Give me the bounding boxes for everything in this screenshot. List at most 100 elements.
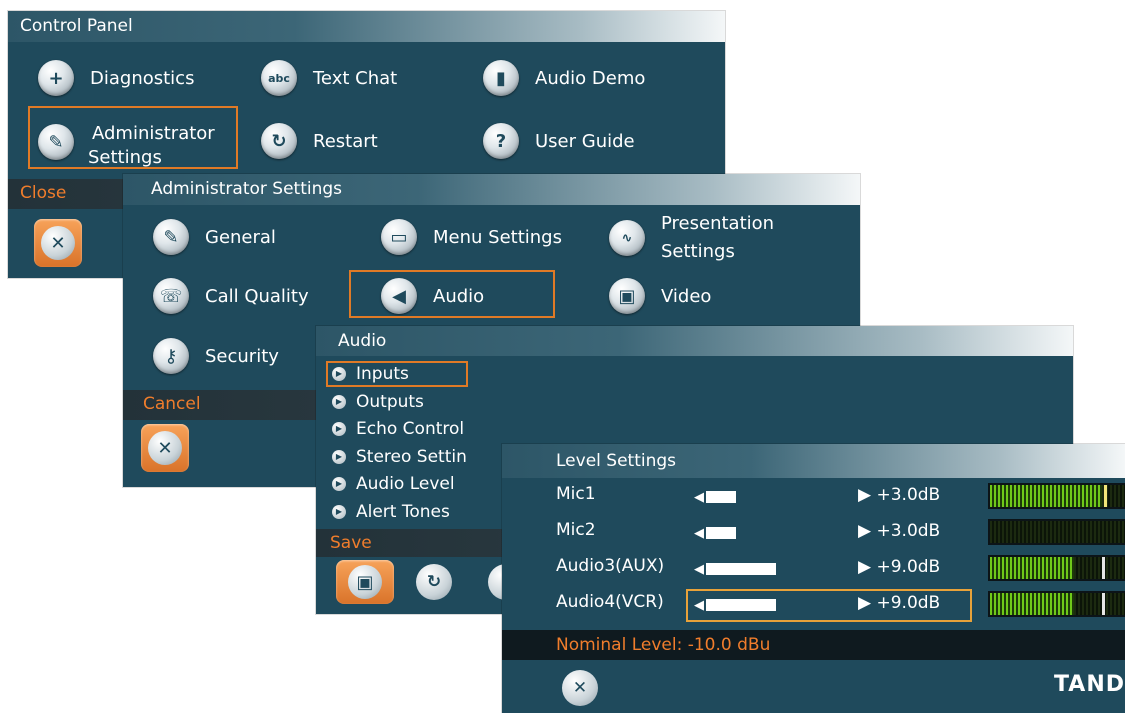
left-arrow-icon: ◀ — [694, 561, 704, 577]
close-icon: ✕ — [148, 431, 182, 465]
level-meter-fill — [990, 593, 1075, 615]
restart-icon: ↻ — [261, 123, 297, 159]
audio-level-item[interactable]: ▶ Audio Level — [332, 474, 455, 494]
call-quality-label: Call Quality — [205, 285, 309, 307]
echo-control-item[interactable]: ▶ Echo Control — [332, 419, 464, 439]
question-icon: ? — [483, 123, 519, 159]
close-icon: ✕ — [41, 226, 75, 260]
level-value: ▶ +9.0dB — [858, 557, 941, 577]
video-label: Video — [661, 285, 712, 307]
close-button[interactable]: ✕ — [562, 670, 598, 706]
alert-tones-label: Alert Tones — [356, 502, 450, 522]
level-slider[interactable]: ◀ — [694, 489, 736, 505]
audio-highlight — [349, 270, 555, 318]
level-settings-title: Level Settings — [502, 444, 1125, 478]
level-value: ▶ +3.0dB — [858, 521, 941, 541]
presentation-label-line2: Settings — [661, 241, 735, 262]
presentation-label-line1: Presentation — [661, 213, 775, 234]
call-quality-item[interactable]: ☏ Call Quality — [153, 278, 309, 314]
arrow-bullet-icon: ▶ — [332, 395, 346, 409]
level-settings-footer: Nominal Level: -10.0 dBu — [502, 630, 1125, 660]
general-item[interactable]: ✎ General — [153, 219, 276, 255]
level-meter-fill — [990, 557, 1075, 579]
save-button[interactable]: ▣ — [336, 560, 394, 604]
outputs-label: Outputs — [356, 392, 424, 412]
audio-level-label: Audio Level — [356, 474, 455, 494]
level-row-mic2[interactable]: Mic2 ◀ ▶ +3.0dB — [502, 518, 1125, 550]
presentation-settings-item[interactable]: ∿ Presentation Settings — [609, 210, 774, 266]
text-chat-item[interactable]: abc Text Chat — [261, 60, 397, 96]
film-strip-icon: ▮ — [483, 60, 519, 96]
level-slider-bar — [706, 563, 776, 575]
presentation-icon: ∿ — [609, 220, 645, 256]
general-label: General — [205, 226, 276, 248]
plus-icon: + — [38, 60, 74, 96]
wrench-icon: ✎ — [153, 219, 189, 255]
level-meter-peak — [1101, 557, 1105, 579]
level-meter-fill — [990, 485, 1102, 507]
left-arrow-icon: ◀ — [694, 489, 704, 505]
echo-control-label: Echo Control — [356, 419, 465, 439]
level-row-audio3[interactable]: Audio3(AUX) ◀ ▶ +9.0dB — [502, 554, 1125, 586]
text-chat-label: Text Chat — [313, 67, 398, 89]
phone-icon: ☏ — [153, 278, 189, 314]
level-meter-peak — [1104, 485, 1108, 507]
reset-button[interactable]: ↻ — [416, 564, 452, 600]
security-item[interactable]: ⚷ Security — [153, 338, 279, 374]
restart-item[interactable]: ↻ Restart — [261, 123, 378, 159]
user-guide-item[interactable]: ? User Guide — [483, 123, 635, 159]
level-meter — [988, 483, 1125, 509]
restart-label: Restart — [313, 130, 378, 152]
control-panel-title: Control Panel — [8, 11, 725, 42]
close-label: Close — [20, 183, 67, 203]
stereo-settings-label: Stereo Settin — [356, 447, 467, 467]
level-row-name: Mic2 — [556, 520, 596, 540]
diagnostics-item[interactable]: + Diagnostics — [38, 60, 194, 96]
brand-logo: TAND — [1054, 672, 1125, 697]
level-meter — [988, 519, 1125, 545]
level-slider[interactable]: ◀ — [694, 525, 736, 541]
alert-tones-item[interactable]: ▶ Alert Tones — [332, 502, 450, 522]
level-meter-peak — [1101, 593, 1105, 615]
inputs-highlight — [326, 361, 468, 387]
audio-demo-label: Audio Demo — [535, 67, 646, 89]
abc-icon: abc — [261, 60, 297, 96]
menu-settings-label: Menu Settings — [433, 226, 562, 248]
left-arrow-icon: ◀ — [694, 525, 704, 541]
arrow-bullet-icon: ▶ — [332, 422, 346, 436]
user-guide-label: User Guide — [535, 130, 635, 152]
diagnostics-label: Diagnostics — [90, 67, 195, 89]
cancel-button[interactable]: ✕ — [141, 424, 189, 472]
level-settings-panel: Level Settings Mic1 ◀ ▶ +3.0dB Mic2 ◀ ▶ … — [502, 444, 1125, 713]
monitor-icon: ▭ — [381, 219, 417, 255]
video-icon: ▣ — [609, 278, 645, 314]
outputs-item[interactable]: ▶ Outputs — [332, 392, 424, 412]
menu-settings-item[interactable]: ▭ Menu Settings — [381, 219, 562, 255]
level-row-name: Audio4(VCR) — [556, 592, 664, 612]
arrow-bullet-icon: ▶ — [332, 450, 346, 464]
level-slider-bar — [706, 527, 736, 539]
level-meter — [988, 591, 1125, 617]
audio-title: Audio — [316, 326, 1073, 356]
floppy-disk-icon: ▣ — [348, 565, 382, 599]
security-label: Security — [205, 345, 279, 367]
stereo-settings-item[interactable]: ▶ Stereo Settin — [332, 447, 467, 467]
nominal-level-label: Nominal Level: -10.0 dBu — [556, 635, 771, 655]
level-value: ▶ +3.0dB — [858, 485, 941, 505]
arrow-bullet-icon: ▶ — [332, 505, 346, 519]
level-row-mic1[interactable]: Mic1 ◀ ▶ +3.0dB — [502, 482, 1125, 514]
level-row-name: Audio3(AUX) — [556, 556, 665, 576]
video-item[interactable]: ▣ Video — [609, 278, 711, 314]
close-button[interactable]: ✕ — [34, 219, 82, 267]
level-row-name: Mic1 — [556, 484, 596, 504]
administrator-settings-highlight — [28, 106, 238, 169]
level-slider[interactable]: ◀ — [694, 561, 776, 577]
key-icon: ⚷ — [153, 338, 189, 374]
save-label: Save — [330, 533, 372, 553]
cancel-label: Cancel — [143, 394, 201, 414]
administrator-settings-title: Administrator Settings — [123, 174, 860, 205]
level-meter — [988, 555, 1125, 581]
level-slider-bar — [706, 491, 736, 503]
audio-demo-item[interactable]: ▮ Audio Demo — [483, 60, 645, 96]
audio4-highlight — [686, 589, 972, 622]
